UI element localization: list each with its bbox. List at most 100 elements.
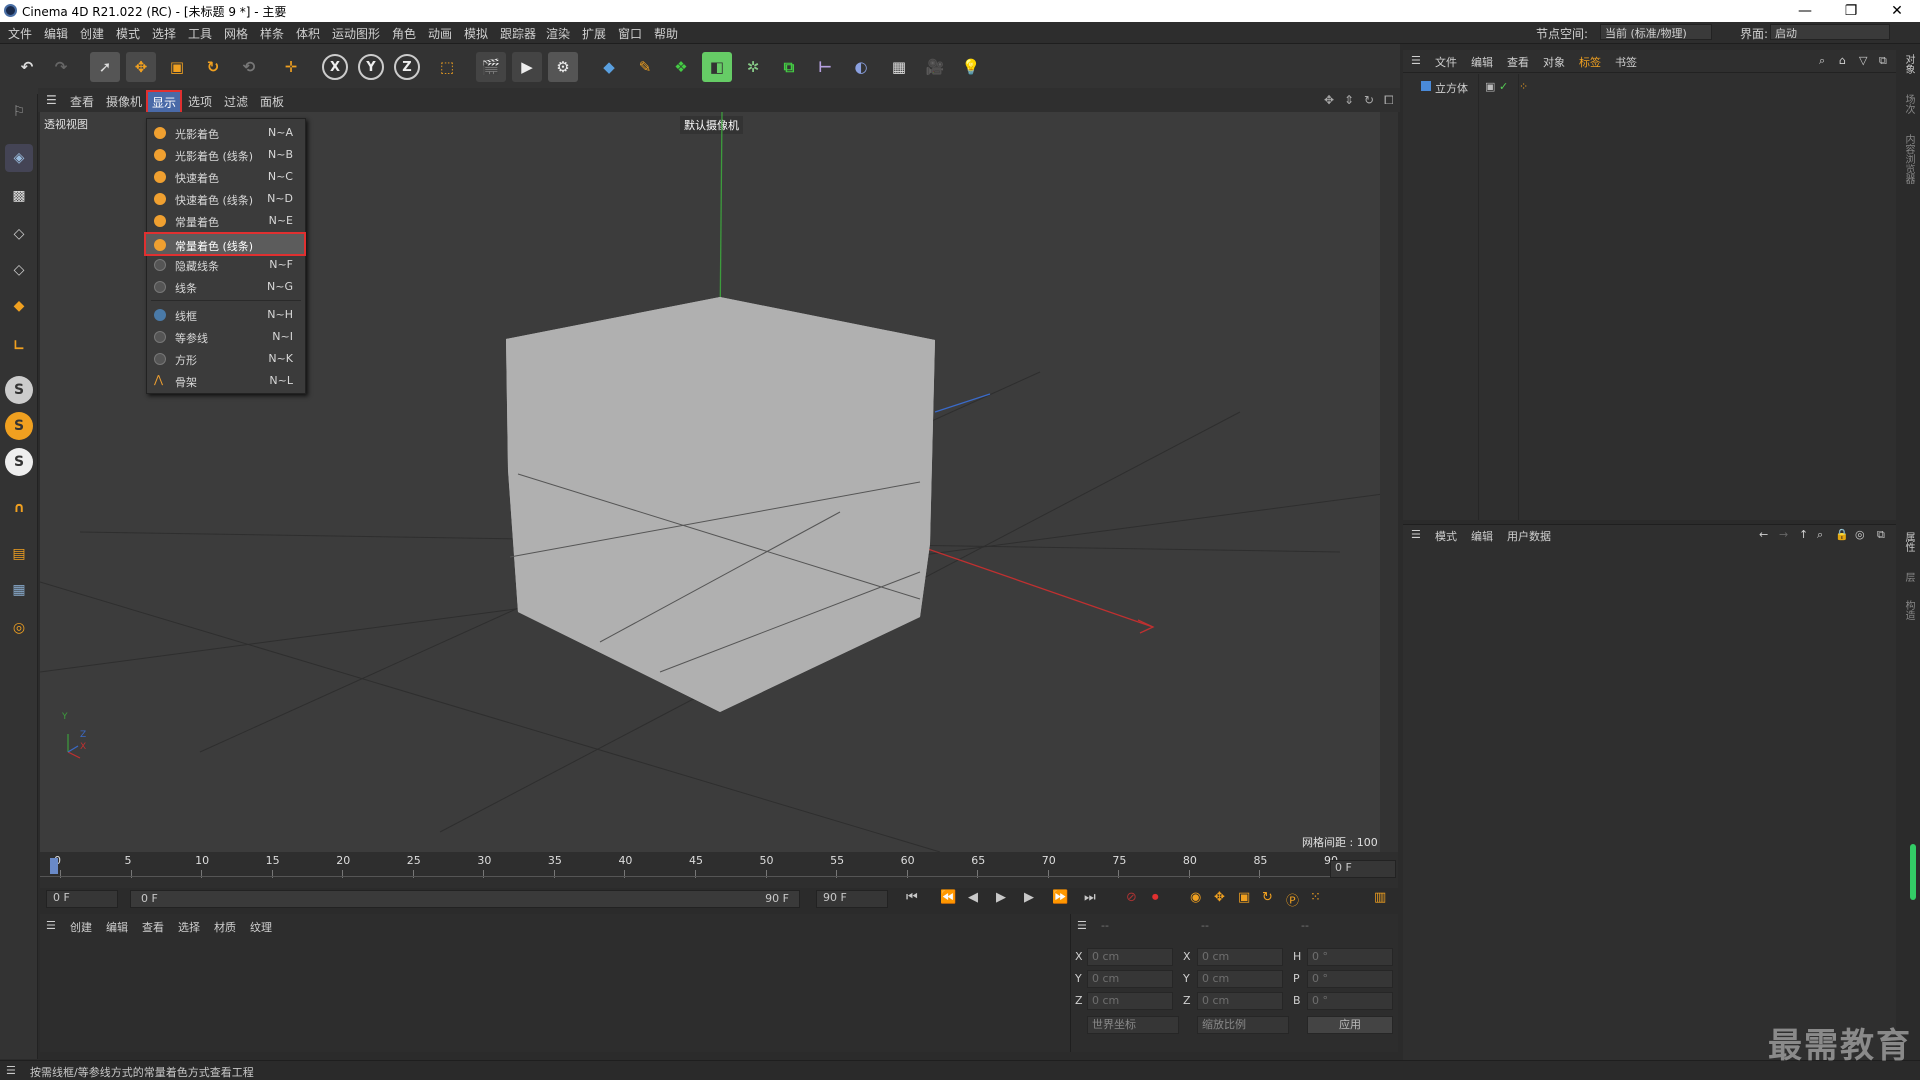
attr-menu-userdata[interactable]: 用户数据: [1507, 528, 1551, 544]
start-frame-field[interactable]: 0 F: [46, 890, 118, 908]
mat-menu-create[interactable]: 创建: [70, 919, 92, 935]
floor-icon[interactable]: ▦: [884, 52, 914, 82]
enabled-check-icon[interactable]: ✓: [1499, 80, 1508, 93]
attr-settings-icon[interactable]: ◎: [1855, 528, 1865, 541]
mat-menu-select[interactable]: 选择: [178, 919, 200, 935]
objmgr-search-icon[interactable]: ⌕: [1819, 54, 1825, 68]
menu-item-gouraud[interactable]: 光影着色 N~A: [149, 123, 303, 143]
menu-mode[interactable]: 模式: [116, 25, 140, 42]
obj-menu-bookmarks[interactable]: 书签: [1615, 54, 1637, 70]
prev-frame-icon[interactable]: ◀: [968, 890, 978, 905]
layout-select[interactable]: 启动: [1770, 24, 1890, 40]
mograph-icon[interactable]: ⧉: [774, 52, 804, 82]
polygons-mode-icon[interactable]: ◆: [5, 292, 33, 320]
menu-window[interactable]: 窗口: [618, 25, 642, 42]
keyframe-selection-icon[interactable]: ◉: [1190, 890, 1201, 905]
rot-h-field[interactable]: 0 °: [1307, 948, 1393, 966]
go-to-end-icon[interactable]: ⏭: [1084, 890, 1096, 905]
cube-primitive-icon[interactable]: ◆: [594, 52, 624, 82]
tab-structure[interactable]: 构造: [1901, 600, 1916, 620]
tab-takes[interactable]: 场次: [1901, 94, 1916, 114]
lock-workplane-icon[interactable]: ◎: [5, 614, 33, 642]
coord-mode-select[interactable]: 世界坐标: [1087, 1016, 1179, 1034]
timeline-playhead[interactable]: [50, 858, 58, 874]
next-frame-icon[interactable]: ▶: [1024, 890, 1034, 905]
attr-forward-icon[interactable]: →: [1779, 528, 1788, 541]
menu-item-quick-lines[interactable]: 快速着色 (线条) N~D: [149, 189, 303, 209]
pos-z-field[interactable]: 0 cm: [1087, 992, 1173, 1010]
record-active-icon[interactable]: ⊘: [1126, 890, 1137, 905]
viewport-scrollbar[interactable]: [1380, 112, 1398, 852]
attr-menu-mode[interactable]: 模式: [1435, 528, 1457, 544]
attr-newwindow-icon[interactable]: ⧉: [1877, 528, 1885, 542]
vp-menu-cameras[interactable]: 摄像机: [106, 93, 142, 110]
axis-mode-icon[interactable]: ∟: [5, 332, 33, 360]
size-z-field[interactable]: 0 cm: [1197, 992, 1283, 1010]
obj-menu-edit[interactable]: 编辑: [1471, 54, 1493, 70]
menu-mograph[interactable]: 运动图形: [332, 25, 380, 42]
model-mode-icon[interactable]: ◈: [5, 144, 33, 172]
menu-create[interactable]: 创建: [80, 25, 104, 42]
render-settings-icon[interactable]: ⚙: [548, 52, 578, 82]
menu-volume[interactable]: 体积: [296, 25, 320, 42]
obj-menu-file[interactable]: 文件: [1435, 54, 1457, 70]
menu-character[interactable]: 角色: [392, 25, 416, 42]
menu-item-wireframe[interactable]: 线框 N~H: [149, 305, 303, 325]
menu-item-constant[interactable]: 常量着色 N~E: [149, 211, 303, 231]
objmgr-newwindow-icon[interactable]: ⧉: [1879, 54, 1887, 68]
next-key-icon[interactable]: ⏩: [1052, 890, 1068, 905]
menu-item-gouraud-lines[interactable]: 光影着色 (线条) N~B: [149, 145, 303, 165]
menu-simulate[interactable]: 模拟: [464, 25, 488, 42]
play-icon[interactable]: ▶: [996, 890, 1006, 905]
snap-icon[interactable]: S: [5, 376, 33, 404]
frame-range-slider[interactable]: 0 F 90 F: [130, 890, 800, 908]
make-editable-icon[interactable]: ⚐: [5, 98, 33, 126]
key-scale-icon[interactable]: ▣: [1238, 890, 1250, 905]
tag-icon[interactable]: ⁘: [1519, 80, 1528, 93]
scale-tool-icon[interactable]: ▣: [162, 52, 192, 82]
objmgr-home-icon[interactable]: ⌂: [1839, 54, 1846, 67]
menu-item-lines[interactable]: 线条 N~G: [149, 277, 303, 297]
texture-mode-icon[interactable]: ▩: [5, 182, 33, 210]
menu-file[interactable]: 文件: [8, 25, 32, 42]
tab-layers[interactable]: 层: [1901, 572, 1916, 582]
psr-icon[interactable]: ⟲: [234, 52, 264, 82]
key-pla-icon[interactable]: ⁙: [1310, 890, 1321, 905]
light-icon[interactable]: 💡: [956, 52, 986, 82]
size-y-field[interactable]: 0 cm: [1197, 970, 1283, 988]
vp-menu-panel[interactable]: 面板: [260, 93, 284, 110]
render-picture-viewer-icon[interactable]: ▶: [512, 52, 542, 82]
menu-render[interactable]: 渲染: [546, 25, 570, 42]
attr-lock-icon[interactable]: 🔒: [1835, 528, 1849, 541]
edges-mode-icon[interactable]: ◇: [5, 256, 33, 284]
objmgr-filter-icon[interactable]: ▽: [1859, 54, 1867, 67]
field-icon[interactable]: ◐: [846, 52, 876, 82]
axis-x-lock-icon[interactable]: X: [322, 54, 348, 80]
visibility-dots-icon[interactable]: ▣: [1485, 80, 1495, 93]
end-frame-field[interactable]: 90 F: [816, 890, 888, 908]
viewport-hamburger-icon[interactable]: ☰: [46, 93, 57, 107]
node-space-select[interactable]: 当前 (标准/物理): [1600, 24, 1712, 40]
attr-menu-edit[interactable]: 编辑: [1471, 528, 1493, 544]
menu-extensions[interactable]: 扩展: [582, 25, 606, 42]
select-tool-icon[interactable]: ➚: [90, 52, 120, 82]
render-view-icon[interactable]: 🎬: [476, 52, 506, 82]
magnet-icon[interactable]: ∩: [5, 494, 33, 522]
current-frame-field[interactable]: 0 F: [1330, 860, 1396, 878]
vp-rotate-icon[interactable]: ↻: [1364, 93, 1374, 107]
snap-settings-icon[interactable]: S: [5, 412, 33, 440]
right-scroll-indicator[interactable]: [1910, 844, 1916, 900]
transform-icon[interactable]: ✛: [276, 52, 306, 82]
restore-button[interactable]: ❐: [1828, 0, 1874, 22]
extrude-generator-icon[interactable]: ◧: [702, 52, 732, 82]
attr-up-icon[interactable]: ↑: [1799, 528, 1808, 541]
object-row-cube[interactable]: 立方体 ▣ ✓ ⁘: [1411, 78, 1891, 96]
menu-help[interactable]: 帮助: [654, 25, 678, 42]
menu-item-box[interactable]: 方形 N~K: [149, 349, 303, 369]
vp-menu-filter[interactable]: 过滤: [224, 93, 248, 110]
vp-move-icon[interactable]: ✥: [1324, 93, 1334, 107]
attr-hamburger-icon[interactable]: ☰: [1411, 528, 1421, 541]
pen-spline-icon[interactable]: ✎: [630, 52, 660, 82]
tab-attributes[interactable]: 属性: [1901, 532, 1916, 552]
menu-item-constant-lines[interactable]: 常量着色 (线条): [144, 232, 306, 256]
